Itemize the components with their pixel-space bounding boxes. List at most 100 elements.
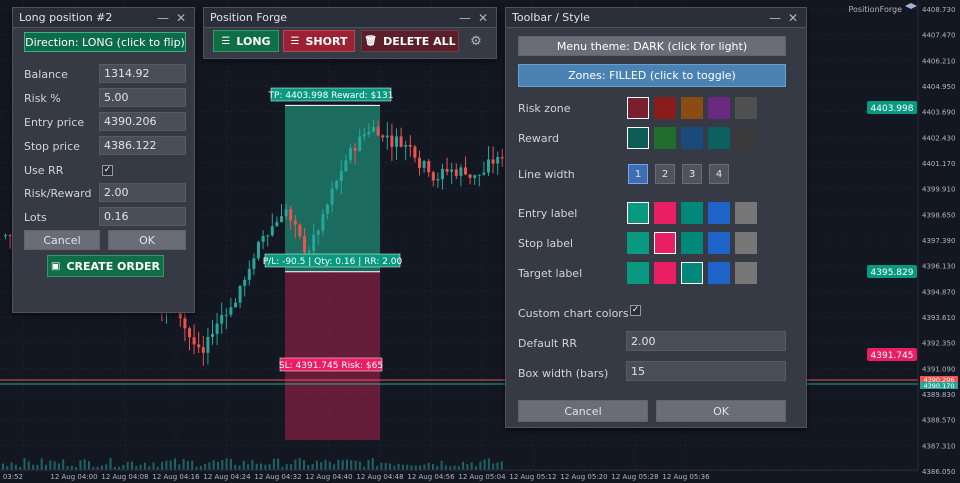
candle-body [496, 156, 500, 164]
price-tag: 4395.829 [871, 268, 914, 278]
custom-chart-colors-checkbox[interactable]: ✓ [630, 305, 641, 316]
short-icon: ☰ [290, 35, 300, 47]
lots-field[interactable]: 0.16 [99, 207, 186, 226]
candle-body [298, 224, 302, 237]
risk-reward-label: Risk/Reward [24, 187, 92, 200]
entry-label-color-swatch[interactable] [735, 202, 757, 224]
line-width-option[interactable]: 3 [682, 164, 702, 184]
volume-bar [148, 466, 151, 470]
line-width-option[interactable]: 4 [709, 164, 729, 184]
price-axis-label: 4389.830 [922, 391, 955, 399]
risk-field[interactable]: 5.00 [99, 88, 186, 107]
long-button[interactable]: ☰ LONG [213, 30, 279, 52]
entry-label-color-swatch[interactable] [681, 202, 703, 224]
candle-body [473, 175, 477, 178]
close-icon[interactable]: ✕ [786, 11, 800, 25]
time-axis-label: ug 03:52 [0, 473, 23, 481]
candle-body [243, 279, 247, 286]
minimize-icon[interactable]: — [768, 11, 782, 25]
candle-body [234, 302, 237, 308]
close-icon[interactable]: ✕ [476, 11, 490, 25]
stop-label-color-swatch[interactable] [627, 232, 649, 254]
reward-color-swatch[interactable] [627, 127, 649, 149]
candle-body [224, 314, 228, 316]
use-rr-checkbox[interactable]: ✓ [102, 165, 113, 176]
entry-price-field[interactable]: 4390.206 [99, 112, 186, 131]
ok-button[interactable]: OK [108, 230, 186, 250]
candle-body [252, 258, 256, 269]
entry-label-color-swatch[interactable] [708, 202, 730, 224]
candle-body [339, 170, 343, 181]
entry-label-color-swatch[interactable] [654, 202, 676, 224]
reward-color-swatch[interactable] [654, 127, 676, 149]
position-forge-titlebar[interactable]: Position Forge — ✕ [204, 8, 496, 28]
risk-zone[interactable] [285, 271, 380, 440]
entry-label-color-swatch[interactable] [627, 202, 649, 224]
settings-gear-icon[interactable]: ⚙ [466, 30, 486, 52]
volume-bar [36, 464, 39, 470]
stop-price-field[interactable]: 4386.122 [99, 136, 186, 155]
target-label-label: Target label [518, 267, 583, 280]
risk-zone-color-swatch[interactable] [654, 97, 676, 119]
risk-zone-color-swatch[interactable] [627, 97, 649, 119]
volume-bar [199, 465, 202, 470]
direction-flip-button[interactable]: Direction: LONG (click to flip) [24, 32, 186, 52]
price-axis-label: 4393.610 [922, 314, 955, 322]
risk-zone-color-swatch[interactable] [708, 97, 730, 119]
default-rr-field[interactable]: 2.00 [626, 331, 786, 351]
target-label-color-swatch[interactable] [654, 262, 676, 284]
box-width-field[interactable]: 15 [626, 361, 786, 381]
line-width-option[interactable]: 2 [655, 164, 675, 184]
long-position-titlebar[interactable]: Long position #2 — ✕ [13, 8, 194, 28]
risk-zone-color-swatch[interactable] [735, 97, 757, 119]
candle-body [413, 146, 417, 158]
candle-body [349, 147, 352, 161]
volume-bar [479, 461, 482, 470]
volume-bar [208, 462, 211, 470]
create-order-button[interactable]: ▣ CREATE ORDER [47, 255, 164, 277]
target-label-color-swatch[interactable] [735, 262, 757, 284]
menu-theme-button[interactable]: Menu theme: DARK (click for light) [518, 36, 786, 56]
price-axis-label: 4392.350 [922, 340, 955, 348]
volume-bar [277, 458, 280, 470]
minimize-icon[interactable]: — [156, 11, 170, 25]
risk-zone-color-swatch[interactable] [681, 97, 703, 119]
zones-toggle-button[interactable]: Zones: FILLED (click to toggle) [518, 64, 786, 87]
target-label-color-swatch[interactable] [708, 262, 730, 284]
risk-zone-label: Risk zone [518, 102, 571, 115]
reward-color-swatch[interactable] [735, 127, 757, 149]
stop-label-color-swatch[interactable] [681, 232, 703, 254]
close-icon[interactable]: ✕ [174, 11, 188, 25]
balance-field[interactable]: 1314.92 [99, 64, 186, 83]
reward-color-swatch[interactable] [681, 127, 703, 149]
target-label-color-swatch[interactable] [681, 262, 703, 284]
cancel-button[interactable]: Cancel [518, 400, 648, 422]
toolbar-style-titlebar[interactable]: Toolbar / Style — ✕ [506, 8, 806, 28]
volume-bar [466, 464, 469, 470]
cancel-button[interactable]: Cancel [24, 230, 100, 250]
line-width-option[interactable]: 1 [628, 164, 648, 184]
stop-label-color-swatch[interactable] [708, 232, 730, 254]
lots-label: Lots [24, 211, 47, 224]
delete-all-button[interactable]: 🗑 DELETE ALL [361, 30, 459, 52]
volume-bar [462, 461, 465, 470]
candle-body [344, 160, 348, 171]
ok-button[interactable]: OK [656, 400, 786, 422]
price-axis-label: 4403.690 [922, 109, 955, 117]
target-label-color-swatch[interactable] [627, 262, 649, 284]
risk-reward-field[interactable]: 2.00 [99, 183, 186, 202]
volume-bar [105, 464, 108, 470]
volume-bar [255, 463, 258, 470]
candle-body [289, 209, 293, 221]
minimize-icon[interactable]: — [458, 11, 472, 25]
volume-bar [139, 464, 142, 470]
short-button[interactable]: ☰ SHORT [283, 30, 355, 52]
volume-bar [217, 461, 219, 470]
volume-bar [79, 460, 82, 470]
stop-label-color-swatch[interactable] [654, 232, 676, 254]
stop-label-color-swatch[interactable] [735, 232, 757, 254]
reward-color-swatch[interactable] [708, 127, 730, 149]
candle-body [427, 161, 431, 173]
candle-body [395, 136, 398, 147]
candle-body [408, 144, 412, 147]
